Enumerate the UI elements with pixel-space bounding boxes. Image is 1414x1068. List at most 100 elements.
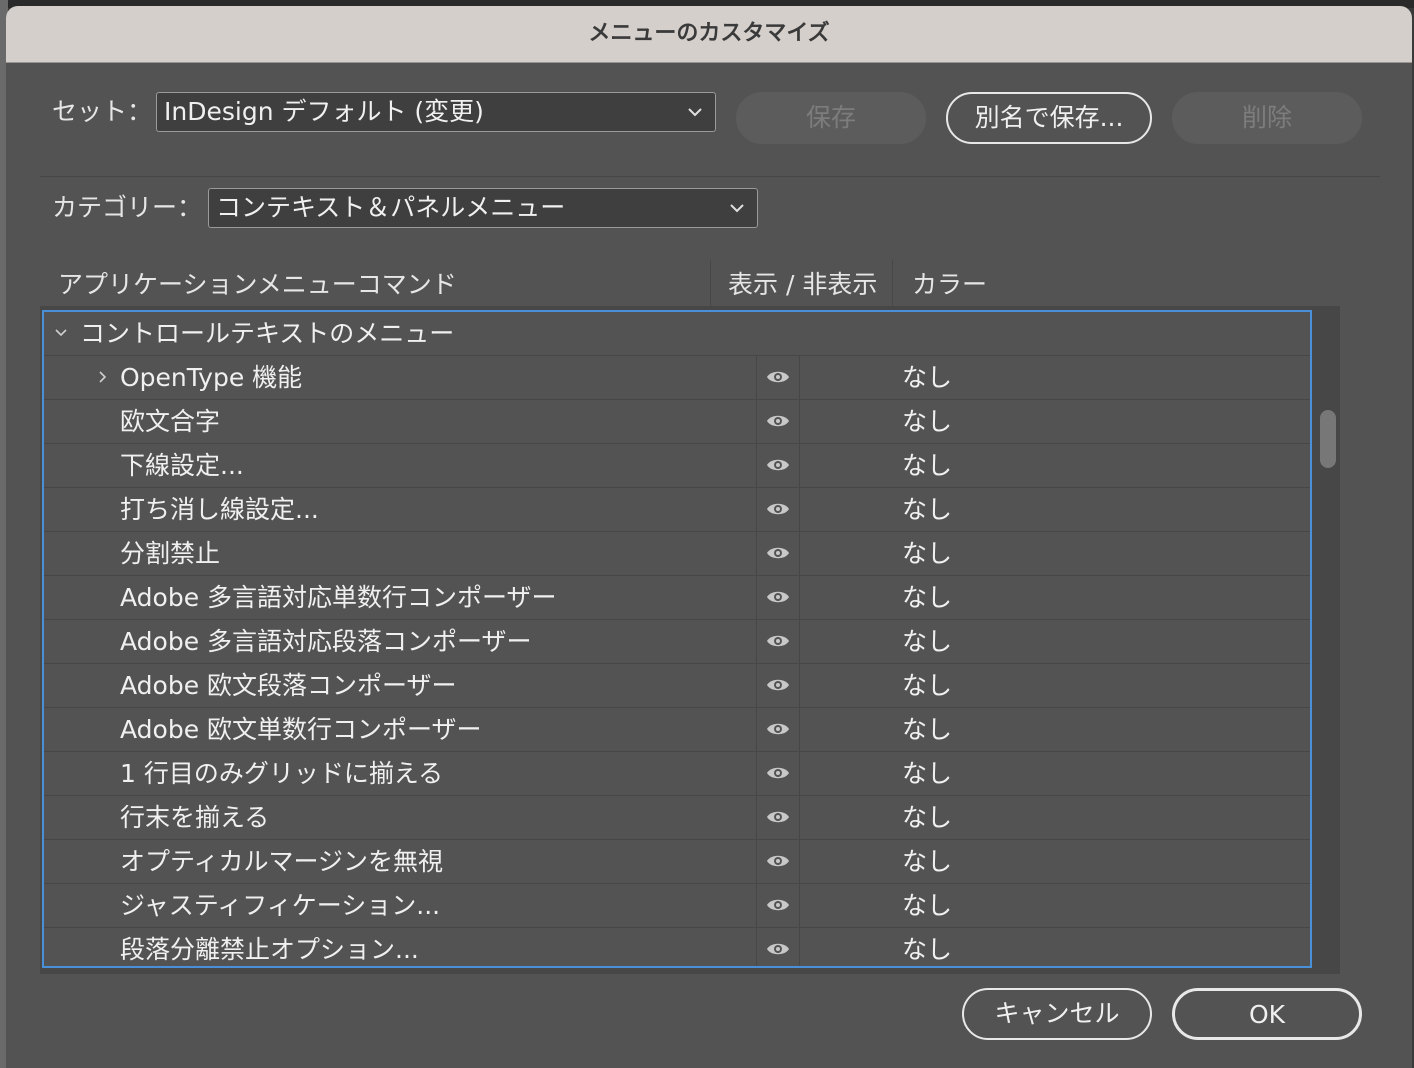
visibility-toggle[interactable]	[756, 664, 800, 707]
eye-icon	[767, 811, 789, 823]
divider	[40, 176, 1380, 177]
save-button[interactable]: 保存	[736, 92, 926, 144]
table-row[interactable]: Adobe 多言語対応単数行コンポーザー なし	[44, 576, 1310, 619]
table-row[interactable]: 下線設定... なし	[44, 444, 1310, 487]
visibility-toggle[interactable]	[756, 620, 800, 663]
color-value[interactable]: なし	[902, 928, 952, 966]
table-row[interactable]: 行末を揃える なし	[44, 796, 1310, 839]
table-row[interactable]: ジャスティフィケーション... なし	[44, 884, 1310, 927]
category-label: カテゴリー：	[52, 193, 203, 222]
menu-command-table: アプリケーションメニューコマンド 表示 / 非表示 カラー コントロールテキスト…	[40, 260, 1340, 974]
visibility-toggle[interactable]	[756, 840, 800, 883]
category-dropdown[interactable]: コンテキスト＆パネルメニュー	[208, 188, 758, 228]
eye-icon	[767, 679, 789, 691]
eye-icon	[767, 371, 789, 383]
header-color[interactable]: カラー	[912, 260, 987, 306]
set-dropdown[interactable]: InDesign デフォルト (変更)	[156, 92, 716, 132]
save-as-button[interactable]: 別名で保存...	[946, 92, 1152, 144]
eye-icon	[767, 855, 789, 867]
eye-icon	[767, 635, 789, 647]
eye-icon	[767, 503, 789, 515]
scrollbar[interactable]	[1316, 310, 1338, 968]
chevron-right-icon[interactable]	[96, 370, 110, 384]
eye-icon	[767, 899, 789, 911]
chevron-down-icon	[730, 204, 744, 213]
command-name: 分割禁止	[120, 539, 221, 568]
table-row-group[interactable]: コントロールテキストのメニュー	[44, 312, 1310, 355]
visibility-toggle[interactable]	[756, 356, 800, 399]
table-row[interactable]: オプティカルマージンを無視 なし	[44, 840, 1310, 883]
eye-icon	[767, 943, 789, 955]
header-command[interactable]: アプリケーションメニューコマンド	[58, 260, 457, 306]
visibility-toggle[interactable]	[756, 752, 800, 795]
command-name: Adobe 多言語対応段落コンポーザー	[120, 627, 532, 656]
color-value[interactable]: なし	[902, 532, 952, 575]
table-row[interactable]: Adobe 多言語対応段落コンポーザー なし	[44, 620, 1310, 663]
command-name: 欧文合字	[120, 407, 221, 436]
dialog-title: メニューのカスタマイズ	[588, 21, 830, 46]
command-name: 行末を揃える	[120, 803, 270, 832]
group-label: コントロールテキストのメニュー	[80, 319, 455, 348]
color-value[interactable]: なし	[902, 620, 952, 663]
table-row[interactable]: 段落分離禁止オプション... なし	[44, 928, 1310, 966]
visibility-toggle[interactable]	[756, 884, 800, 927]
color-value[interactable]: なし	[902, 752, 952, 795]
cancel-button[interactable]: キャンセル	[962, 988, 1152, 1040]
eye-icon	[767, 415, 789, 427]
color-value[interactable]: なし	[902, 444, 952, 487]
command-name: 段落分離禁止オプション...	[120, 935, 419, 964]
set-label: セット：	[52, 97, 153, 126]
table-row[interactable]: OpenType 機能 なし	[44, 356, 1310, 399]
visibility-toggle[interactable]	[756, 796, 800, 839]
chevron-down-icon	[688, 108, 702, 117]
color-value[interactable]: なし	[902, 708, 952, 751]
color-value[interactable]: なし	[902, 400, 952, 443]
scrollbar-thumb[interactable]	[1320, 410, 1336, 468]
color-value[interactable]: なし	[902, 884, 952, 927]
command-name: Adobe 欧文単数行コンポーザー	[120, 715, 482, 744]
color-value[interactable]: なし	[902, 576, 952, 619]
visibility-toggle[interactable]	[756, 708, 800, 751]
chevron-down-icon[interactable]	[54, 326, 68, 340]
command-name: 1 行目のみグリッドに揃える	[120, 759, 444, 788]
set-dropdown-value: InDesign デフォルト (変更)	[164, 97, 484, 126]
command-name: ジャスティフィケーション...	[120, 891, 441, 920]
color-value[interactable]: なし	[902, 356, 952, 399]
category-dropdown-value: コンテキスト＆パネルメニュー	[216, 193, 566, 222]
ok-button[interactable]: OK	[1172, 988, 1362, 1040]
color-value[interactable]: なし	[902, 796, 952, 839]
command-name: 打ち消し線設定...	[120, 495, 319, 524]
eye-icon	[767, 591, 789, 603]
delete-button[interactable]: 削除	[1172, 92, 1362, 144]
table-row[interactable]: Adobe 欧文単数行コンポーザー なし	[44, 708, 1310, 751]
customize-menu-dialog: メニューのカスタマイズ セット： InDesign デフォルト (変更) 保存 …	[6, 6, 1412, 1068]
table-row[interactable]: 欧文合字 なし	[44, 400, 1310, 443]
eye-icon	[767, 767, 789, 779]
visibility-toggle[interactable]	[756, 400, 800, 443]
color-value[interactable]: なし	[902, 840, 952, 883]
command-name: OpenType 機能	[120, 363, 303, 392]
table-row[interactable]: Adobe 欧文段落コンポーザー なし	[44, 664, 1310, 707]
visibility-toggle[interactable]	[756, 928, 800, 966]
visibility-toggle[interactable]	[756, 576, 800, 619]
visibility-toggle[interactable]	[756, 488, 800, 531]
visibility-toggle[interactable]	[756, 532, 800, 575]
color-value[interactable]: なし	[902, 664, 952, 707]
color-value[interactable]: なし	[902, 488, 952, 531]
table-body[interactable]: コントロールテキストのメニュー OpenType 機能 なし 欧文合字 なし 下線設定.…	[42, 310, 1312, 968]
command-name: Adobe 多言語対応単数行コンポーザー	[120, 583, 557, 612]
dialog-titlebar[interactable]: メニューのカスタマイズ	[6, 6, 1412, 63]
eye-icon	[767, 547, 789, 559]
column-separator	[892, 260, 893, 306]
table-row[interactable]: 分割禁止 なし	[44, 532, 1310, 575]
visibility-toggle[interactable]	[756, 444, 800, 487]
column-separator	[710, 260, 711, 306]
table-row[interactable]: 1 行目のみグリッドに揃える なし	[44, 752, 1310, 795]
command-name: Adobe 欧文段落コンポーザー	[120, 671, 457, 700]
command-name: オプティカルマージンを無視	[120, 847, 444, 876]
eye-icon	[767, 459, 789, 471]
header-visibility[interactable]: 表示 / 非表示	[728, 260, 877, 306]
eye-icon	[767, 723, 789, 735]
table-row[interactable]: 打ち消し線設定... なし	[44, 488, 1310, 531]
command-name: 下線設定...	[120, 451, 244, 480]
